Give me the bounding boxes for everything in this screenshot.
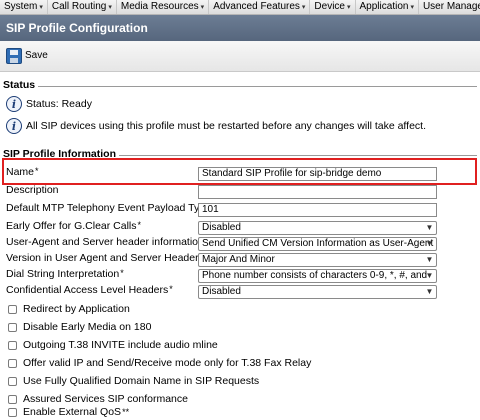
- chevron-down-icon: ▾: [410, 4, 414, 11]
- dial-string-select[interactable]: Phone number consists of characters 0-9,…: [198, 269, 437, 283]
- page-title: SIP Profile Configuration: [0, 15, 480, 41]
- info-icon: i: [6, 118, 22, 134]
- status-ready-row: i Status: Ready: [6, 94, 92, 114]
- version-header-value: Major And Minor: [202, 254, 275, 265]
- status-ready-text: Status: Ready: [26, 98, 92, 110]
- confidential-access-label-text: Confidential Access Level Headers: [6, 284, 169, 296]
- early-offer-label: Early Offer for G.Clear Calls*: [6, 220, 141, 232]
- external-qos-label: Enable External QoS: [23, 406, 122, 418]
- redirect-by-application-checkbox[interactable]: [8, 304, 17, 314]
- early-offer-value: Disabled: [202, 222, 241, 233]
- name-label-text: Name: [6, 166, 35, 178]
- t38-fax-relay-checkbox[interactable]: [8, 358, 17, 368]
- status-section: Status: [3, 79, 477, 91]
- name-label: Name*: [6, 166, 39, 178]
- t38-audio-mline-label: Outgoing T.38 INVITE include audio mline: [23, 339, 218, 351]
- chevron-down-icon: ▾: [200, 4, 205, 11]
- dial-string-value: Phone number consists of characters 0-9,…: [202, 270, 428, 281]
- version-header-select[interactable]: Major And Minor ▼: [198, 253, 437, 267]
- chevron-down-icon: ▾: [347, 4, 351, 11]
- chevron-down-icon: ▼: [425, 287, 434, 296]
- chevron-down-icon: ▼: [425, 239, 434, 248]
- menu-advanced-features[interactable]: Advanced Features ▾: [209, 0, 311, 14]
- confidential-access-value: Disabled: [202, 286, 241, 297]
- save-icon[interactable]: [6, 48, 22, 64]
- required-mark: *: [120, 268, 124, 278]
- fqdn-label: Use Fully Qualified Domain Name in SIP R…: [23, 375, 260, 387]
- menu-media-resources-label: Media Resources: [120, 1, 199, 12]
- status-notice-text: All SIP devices using this profile must …: [26, 120, 426, 132]
- fqdn-checkbox[interactable]: [8, 376, 17, 386]
- assured-services-label: Assured Services SIP conformance: [23, 393, 188, 405]
- external-qos-option[interactable]: Enable External QoS **: [8, 405, 129, 419]
- early-offer-label-text: Early Offer for G.Clear Calls: [6, 220, 137, 232]
- status-notice-row: i All SIP devices using this profile mus…: [6, 116, 426, 136]
- menu-call-routing[interactable]: Call Routing ▾: [48, 0, 117, 14]
- sip-profile-info-section: SIP Profile Information: [3, 148, 477, 160]
- disable-early-media-checkbox[interactable]: [8, 322, 17, 332]
- info-icon: i: [6, 96, 22, 112]
- confidential-access-label: Confidential Access Level Headers*: [6, 284, 173, 296]
- required-mark: *: [137, 220, 142, 230]
- menu-call-routing-label: Call Routing: [51, 1, 107, 12]
- chevron-down-icon: ▼: [425, 223, 434, 232]
- mtp-payload-field[interactable]: 101: [198, 203, 437, 217]
- menu-application[interactable]: Application ▾: [356, 0, 419, 14]
- redirect-by-application-label: Redirect by Application: [23, 303, 130, 315]
- name-field[interactable]: Standard SIP Profile for sip-bridge demo: [198, 167, 437, 181]
- chevron-down-icon: ▼: [425, 255, 434, 264]
- disable-early-media-label: Disable Early Media on 180: [23, 321, 152, 333]
- chevron-down-icon: ▾: [108, 4, 112, 11]
- user-agent-label: User-Agent and Server header information…: [6, 236, 208, 248]
- menu-advanced-features-label: Advanced Features: [213, 1, 300, 12]
- menu-application-label: Application: [359, 1, 409, 12]
- assured-services-option[interactable]: Assured Services SIP conformance: [8, 392, 188, 406]
- disable-early-media-option[interactable]: Disable Early Media on 180: [8, 320, 151, 334]
- menu-device-label: Device: [314, 1, 345, 12]
- chevron-down-icon: ▼: [425, 271, 434, 280]
- mtp-payload-label: Default MTP Telephony Event Payload Type…: [6, 202, 215, 214]
- t38-fax-relay-label: Offer valid IP and Send/Receive mode onl…: [23, 357, 312, 369]
- redirect-by-application-option[interactable]: Redirect by Application: [8, 302, 130, 316]
- menu-user-management-label: User Management: [422, 1, 480, 12]
- menu-media-resources[interactable]: Media Resources ▾: [117, 0, 210, 14]
- menu-system[interactable]: System ▾: [0, 0, 48, 14]
- chevron-down-icon: ▾: [301, 4, 306, 11]
- t38-audio-mline-checkbox[interactable]: [8, 340, 17, 350]
- version-header-label: Version in User Agent and Server Header*: [6, 252, 203, 264]
- t38-audio-mline-option[interactable]: Outgoing T.38 INVITE include audio mline: [8, 338, 218, 352]
- menu-device[interactable]: Device ▾: [310, 0, 356, 14]
- assured-services-checkbox[interactable]: [8, 394, 17, 404]
- top-menu-bar: System ▾ Call Routing ▾ Media Resources ▾ Adva…: [0, 0, 480, 15]
- double-required-mark: **: [122, 407, 130, 417]
- version-header-label-text: Version in User Agent and Server Header: [6, 252, 199, 264]
- early-offer-select[interactable]: Disabled ▼: [198, 221, 437, 235]
- user-agent-value: Send Unified CM Version Information as U…: [202, 238, 434, 249]
- user-agent-label-text: User-Agent and Server header information: [6, 236, 204, 248]
- dial-string-label-text: Dial String Interpretation: [6, 268, 120, 280]
- chevron-down-icon: ▾: [39, 4, 43, 11]
- mtp-payload-label-text: Default MTP Telephony Event Payload Type: [6, 202, 211, 214]
- t38-fax-relay-option[interactable]: Offer valid IP and Send/Receive mode onl…: [8, 356, 311, 370]
- save-button[interactable]: Save: [25, 50, 48, 61]
- description-field[interactable]: [198, 185, 437, 199]
- required-mark: *: [35, 166, 39, 176]
- toolbar: Save: [0, 41, 480, 72]
- external-qos-checkbox[interactable]: [8, 407, 17, 417]
- confidential-access-select[interactable]: Disabled ▼: [198, 285, 437, 299]
- description-label: Description: [6, 184, 59, 196]
- fqdn-option[interactable]: Use Fully Qualified Domain Name in SIP R…: [8, 374, 259, 388]
- menu-user-management[interactable]: User Management: [419, 0, 480, 14]
- user-agent-select[interactable]: Send Unified CM Version Information as U…: [198, 237, 437, 251]
- status-legend: Status: [3, 79, 39, 91]
- required-mark: *: [169, 284, 173, 294]
- dial-string-label: Dial String Interpretation*: [6, 268, 124, 280]
- menu-system-label: System: [4, 1, 38, 12]
